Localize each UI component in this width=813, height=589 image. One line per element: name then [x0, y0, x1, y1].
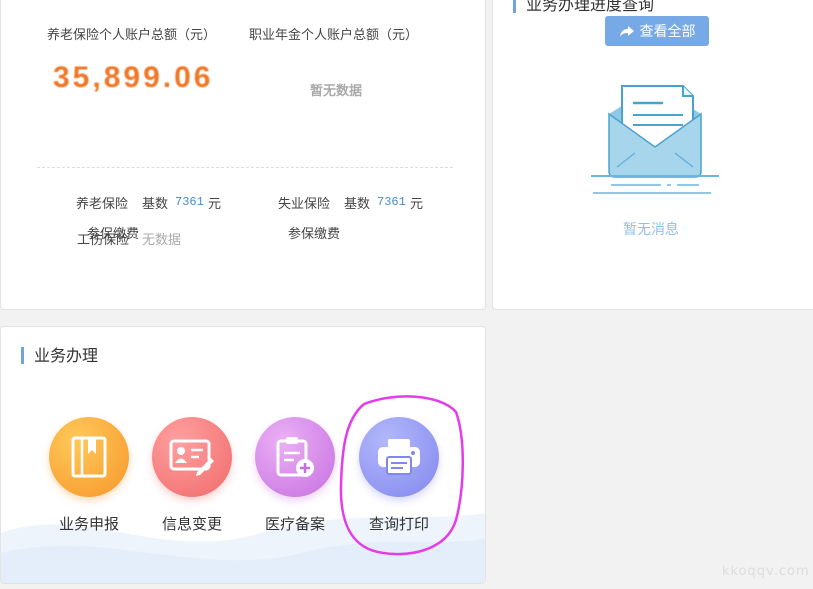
- query-print-button[interactable]: 查询打印: [354, 417, 444, 534]
- medical-filing-label: 医疗备案: [264, 515, 325, 533]
- clipboard-plus-icon: [276, 437, 314, 477]
- work-injury-status: 无数据: [142, 233, 182, 248]
- progress-query-card: 业务办理进度查询 查看全部 暂无消息: [492, 0, 813, 310]
- no-message-text: 暂无消息: [623, 222, 679, 238]
- watermark: kkoqqv.com: [722, 564, 810, 579]
- share-arrow-icon: [619, 25, 634, 37]
- business-declare-icon-circle: [49, 417, 129, 497]
- printer-icon: [378, 439, 420, 475]
- view-all-button[interactable]: 查看全部: [605, 16, 709, 46]
- annuity-no-data: 暂无数据: [310, 84, 363, 99]
- pension-insurance-label: 养老保险: [76, 197, 129, 212]
- unemployment-insurance-label: 失业保险: [278, 197, 331, 212]
- business-handling-card: 业务办理 业务申报 信息变更 医疗备案 查询打印: [0, 326, 486, 584]
- progress-title: 业务办理进度查询: [513, 0, 654, 13]
- book-icon: [71, 436, 107, 478]
- unemployment-status: 参保缴费: [288, 227, 341, 242]
- id-card-edit-icon: [169, 439, 214, 476]
- divider: [37, 167, 453, 168]
- view-all-label: 查看全部: [639, 24, 696, 40]
- pension-base-value: 7361: [175, 195, 204, 209]
- account-summary-card: 养老保险个人账户总额（元） 职业年金个人账户总额（元） 35,899.06 暂无…: [0, 0, 486, 310]
- query-print-label: 查询打印: [368, 515, 429, 533]
- pension-base-unit: 元: [208, 197, 222, 212]
- annuity-total-label: 职业年金个人账户总额（元）: [249, 28, 419, 43]
- envelope-letter-icon: [591, 85, 719, 194]
- unemployment-base-label: 基数: [344, 197, 371, 212]
- pension-total-label: 养老保险个人账户总额（元）: [47, 28, 217, 43]
- business-declare-label: 业务申报: [58, 515, 119, 533]
- unemployment-base-unit: 元: [410, 197, 424, 212]
- pension-base-label: 基数: [142, 197, 169, 212]
- info-change-label: 信息变更: [161, 515, 222, 533]
- query-print-icon-circle: [359, 417, 439, 497]
- unemployment-base-value: 7361: [377, 195, 406, 209]
- info-change-icon-circle: [152, 417, 232, 497]
- medical-filing-icon-circle: [255, 417, 335, 497]
- work-injury-insurance-label: 工伤保险: [77, 233, 130, 248]
- business-title: 业务办理: [21, 347, 98, 364]
- info-change-button[interactable]: 信息变更: [147, 417, 237, 534]
- business-declare-button[interactable]: 业务申报: [44, 417, 134, 534]
- medical-filing-button[interactable]: 医疗备案: [250, 417, 340, 534]
- pension-total-value: 35,899.06: [53, 61, 214, 94]
